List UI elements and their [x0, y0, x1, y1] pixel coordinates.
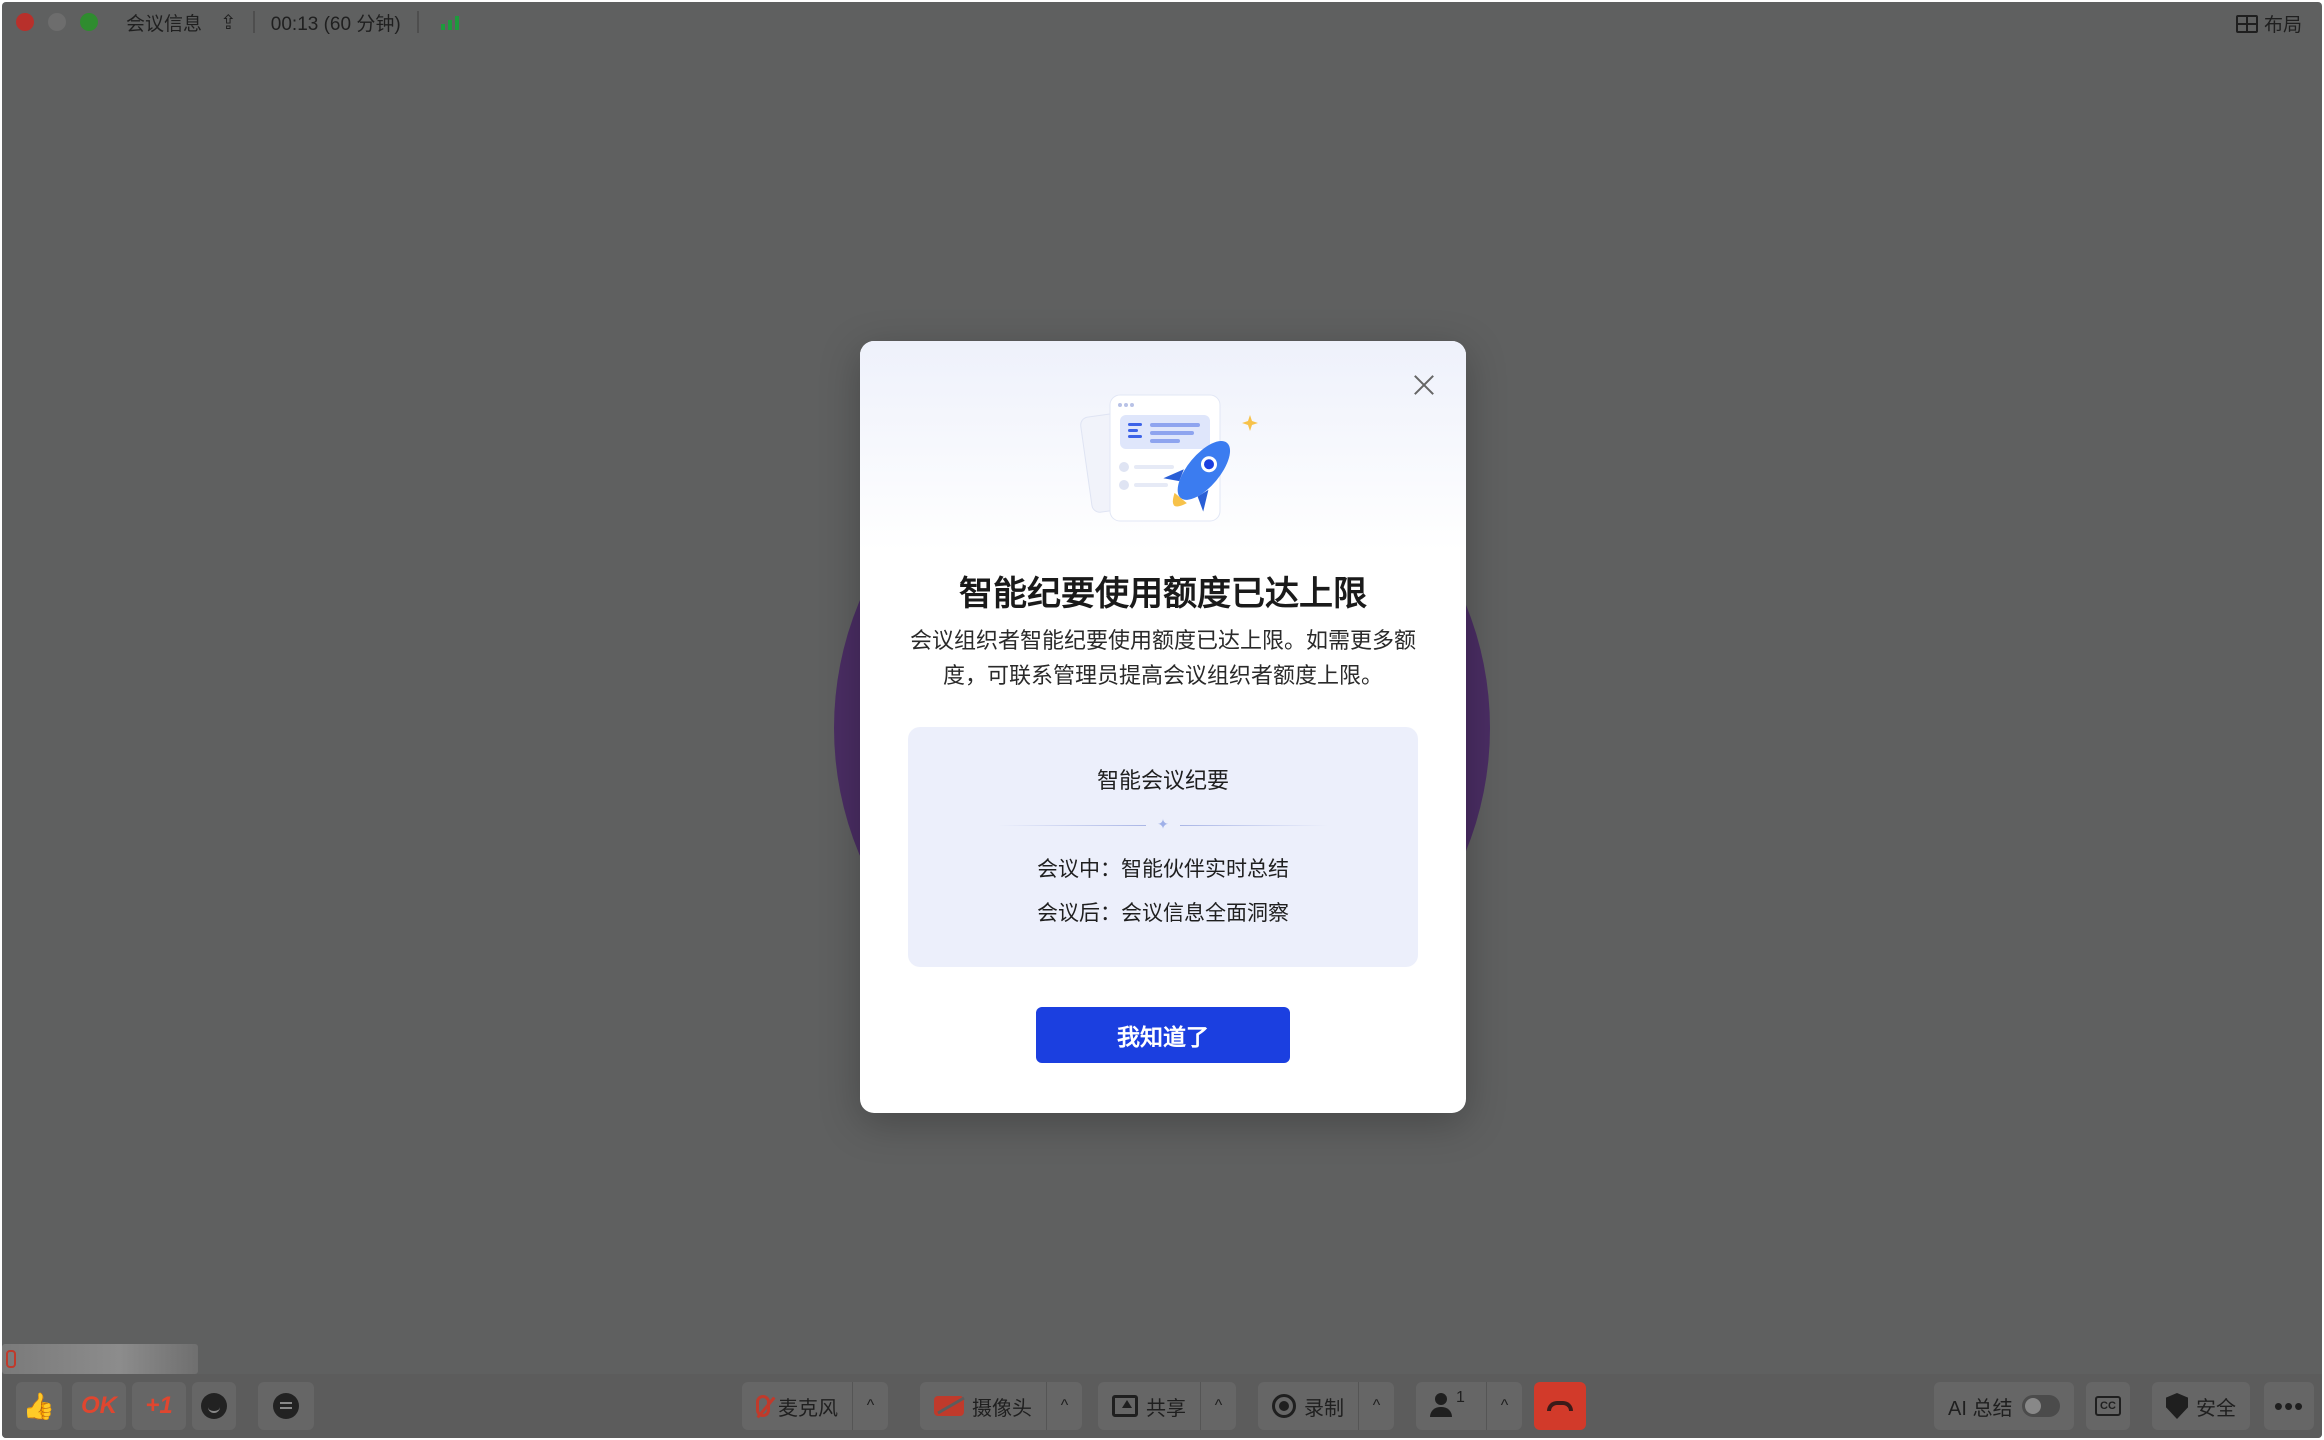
minimize-window-button[interactable] [48, 13, 66, 31]
share-button[interactable]: 共享 [1098, 1392, 1200, 1421]
participants-button[interactable]: 1 [1416, 1389, 1486, 1419]
plus-one-reaction[interactable]: +1 [132, 1382, 186, 1430]
feature-item: 会议后：会议信息全面洞察 [1037, 902, 1289, 925]
network-signal-icon[interactable] [440, 14, 459, 30]
camera-button[interactable]: 摄像头 [920, 1392, 1046, 1421]
security-button[interactable]: 安全 [2152, 1382, 2250, 1430]
ai-summary-toggle[interactable] [2022, 1395, 2061, 1417]
title-bar: 会议信息 ⇪ 00:13 (60 分钟) 布局 [2, 2, 2322, 42]
end-call-button[interactable] [1534, 1382, 1586, 1430]
chat-button[interactable] [258, 1382, 314, 1430]
title-divider [416, 11, 419, 33]
microphone-button[interactable]: 麦克风 [742, 1392, 852, 1421]
feature-divider: ✦ [998, 817, 1328, 831]
security-label: 安全 [2196, 1397, 2236, 1420]
feature-card-title: 智能会议纪要 [1096, 768, 1229, 793]
rocket-document-illustration [1080, 394, 1258, 522]
meeting-toolbar: 👍 OK +1 麦克风 ^ 摄像头 ^ 共享 ^ 录制 ^ 1 ^ AI 总结 … [2, 1374, 2322, 1438]
camera-label: 摄像头 [972, 1397, 1032, 1420]
feature-item: 会议中：智能伙伴实时总结 [1037, 858, 1289, 881]
quota-limit-dialog: 智能纪要使用额度已达上限 会议组织者智能纪要使用额度已达上限。如需更多额度，可联… [860, 341, 1466, 1113]
record-options-caret[interactable]: ^ [1358, 1382, 1394, 1430]
close-window-button[interactable] [16, 13, 34, 31]
dialog-title: 智能纪要使用额度已达上限 [959, 575, 1367, 613]
share-link-icon[interactable]: ⇪ [220, 10, 237, 35]
participants-control: 1 ^ [1416, 1382, 1522, 1430]
captions-icon: CC [2095, 1396, 2121, 1416]
dialog-description: 会议组织者智能纪要使用额度已达上限。如需更多额度，可联系管理员提高会议组织者额度… [910, 628, 1417, 688]
participants-count: 1 [1456, 1389, 1465, 1406]
microphone-label: 麦克风 [778, 1397, 838, 1420]
chevron-up-icon: ^ [1214, 1397, 1223, 1414]
camera-control: 摄像头 ^ [920, 1382, 1082, 1430]
layout-button[interactable]: 布局 [2235, 10, 2302, 37]
participant-name-tile[interactable] [2, 1344, 198, 1374]
participants-options-caret[interactable]: ^ [1486, 1382, 1522, 1430]
microphone-control: 麦克风 ^ [742, 1382, 888, 1430]
chat-bubble-icon [273, 1393, 299, 1419]
emoji-button[interactable] [192, 1382, 236, 1430]
share-label: 共享 [1146, 1397, 1186, 1420]
record-icon [1272, 1394, 1296, 1418]
record-label: 录制 [1304, 1397, 1344, 1420]
share-control: 共享 ^ [1098, 1382, 1236, 1430]
share-options-caret[interactable]: ^ [1200, 1382, 1236, 1430]
ok-reaction[interactable]: OK [72, 1382, 126, 1430]
close-icon[interactable] [1412, 373, 1436, 397]
chevron-up-icon: ^ [866, 1397, 875, 1414]
meeting-timer: 00:13 (60 分钟) [270, 13, 401, 35]
chevron-up-icon: ^ [1500, 1397, 1509, 1414]
more-button[interactable]: ••• [2264, 1382, 2314, 1430]
captions-button[interactable]: CC [2086, 1382, 2130, 1430]
screen-share-icon [1112, 1395, 1138, 1417]
camera-options-caret[interactable]: ^ [1046, 1382, 1082, 1430]
thumbs-up-reaction[interactable]: 👍 [16, 1382, 62, 1430]
feature-info-card: 智能会议纪要 ✦ 会议中：智能伙伴实时总结 会议后：会议信息全面洞察 [908, 727, 1418, 967]
microphone-options-caret[interactable]: ^ [852, 1382, 888, 1430]
meeting-info-link[interactable]: 会议信息 [126, 9, 202, 36]
camera-off-icon [934, 1396, 964, 1416]
ai-summary-button[interactable]: AI 总结 [1934, 1382, 2075, 1430]
maximize-window-button[interactable] [80, 13, 98, 31]
shield-icon [2166, 1393, 2188, 1419]
layout-label: 布局 [2263, 15, 2302, 36]
chevron-up-icon: ^ [1372, 1397, 1381, 1414]
emoji-icon [201, 1393, 227, 1419]
acknowledge-button[interactable]: 我知道了 [1036, 1007, 1290, 1063]
sparkle-icon: ✦ [1157, 816, 1169, 832]
hang-up-icon [1547, 1401, 1573, 1411]
more-icon: ••• [2273, 1390, 2305, 1421]
participants-icon [1430, 1393, 1456, 1419]
layout-grid-icon [2235, 14, 2258, 33]
mic-muted-icon [6, 1350, 16, 1368]
window-controls [16, 13, 98, 31]
title-divider [252, 11, 255, 33]
record-button[interactable]: 录制 [1258, 1392, 1358, 1421]
meeting-window: 会议信息 ⇪ 00:13 (60 分钟) 布局 👍 OK +1 麦克风 ^ 摄像… [2, 2, 2322, 1438]
chevron-up-icon: ^ [1060, 1397, 1069, 1414]
mic-off-icon [756, 1395, 770, 1417]
record-control: 录制 ^ [1258, 1382, 1394, 1430]
ai-summary-label: AI 总结 [1948, 1397, 2013, 1420]
